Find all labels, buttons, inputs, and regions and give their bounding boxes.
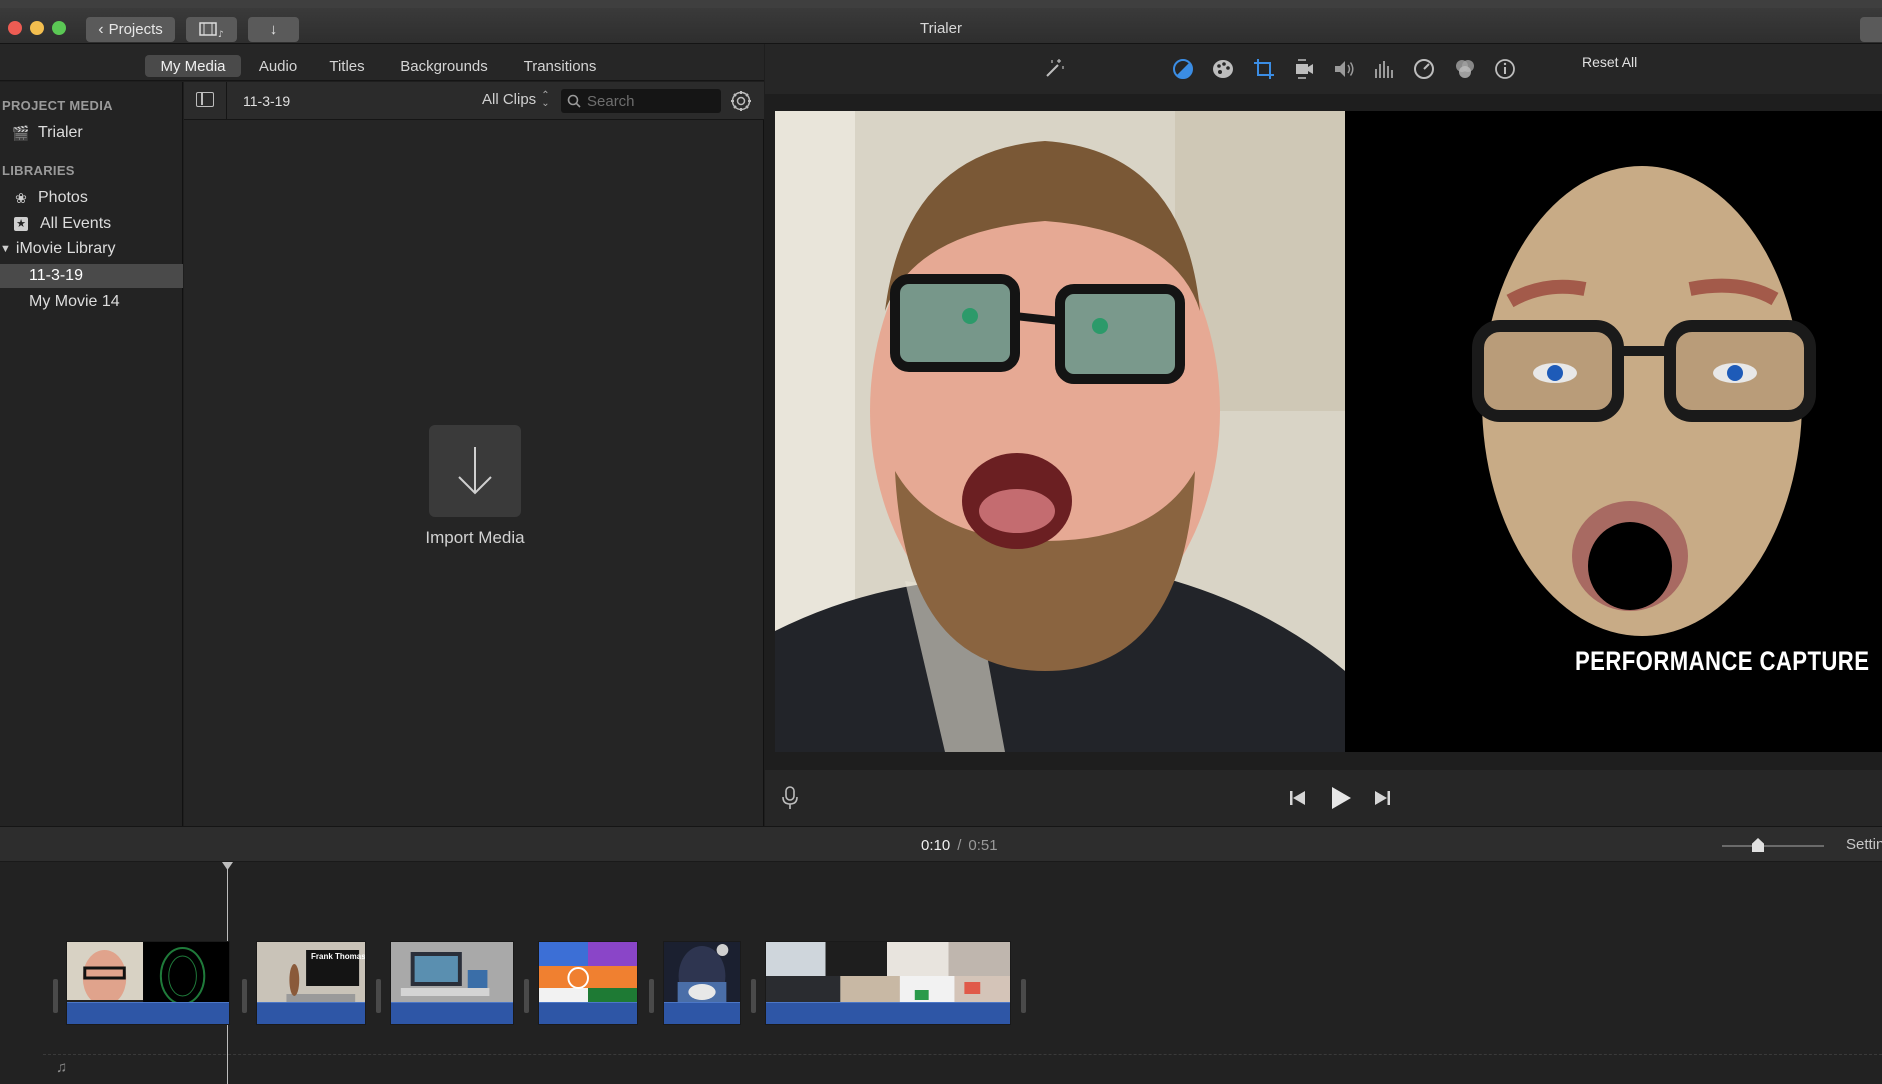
timeline-header: 0:10 / 0:51 Settings <box>0 826 1882 862</box>
disclosure-triangle-icon[interactable]: ▼ <box>0 243 11 255</box>
search-input[interactable]: Search <box>561 89 721 113</box>
time-separator: / <box>957 837 962 854</box>
current-time: 0:10 <box>921 837 951 854</box>
tab-titles[interactable]: Titles <box>322 55 372 77</box>
timeline-clip[interactable]: Frank Thomas <box>256 941 366 1025</box>
clip-gap-handle[interactable] <box>1021 979 1026 1013</box>
clapperboard-icon: 🎬 <box>12 124 30 141</box>
clip-gap-handle[interactable] <box>376 979 381 1013</box>
play-icon[interactable] <box>1330 786 1352 810</box>
video-viewer: PERFORMANCE CAPTURE <box>775 111 1882 752</box>
music-note-icon: ♫ <box>56 1059 68 1076</box>
reset-all-button[interactable]: Reset All <box>1582 54 1637 70</box>
gear-icon[interactable] <box>730 90 752 112</box>
import-media-label: Import Media <box>425 528 525 547</box>
tab-backgrounds[interactable]: Backgrounds <box>394 55 494 77</box>
audio-track-bar <box>664 1002 740 1024</box>
settings-button[interactable]: Settings <box>1846 836 1882 853</box>
search-icon <box>567 94 581 108</box>
libraries-heading: LIBRARIES <box>2 163 75 178</box>
volume-icon[interactable] <box>1332 57 1356 81</box>
audio-track-bar <box>391 1002 513 1024</box>
audio-track-bar <box>539 1002 637 1024</box>
clip-thumbnail <box>766 942 1010 1010</box>
download-arrow-icon <box>458 447 492 495</box>
sidebar-toggle-icon[interactable] <box>196 92 214 107</box>
microphone-icon[interactable] <box>781 786 799 810</box>
sidebar-item-label: Photos <box>38 189 88 206</box>
sidebar-item-trialer[interactable]: 🎬 Trialer <box>12 124 83 142</box>
skip-back-icon[interactable] <box>1289 790 1307 806</box>
audio-track-bar <box>257 1002 365 1024</box>
libraries-sidebar: PROJECT MEDIA 🎬 Trialer LIBRARIES ❀ Phot… <box>0 82 183 826</box>
zoom-slider[interactable] <box>1722 838 1824 852</box>
total-time: 0:51 <box>968 837 998 854</box>
sidebar-item-event-11-3-19[interactable]: 11-3-19 <box>29 267 83 285</box>
import-media-button[interactable] <box>429 425 521 517</box>
window-title: Trialer <box>920 20 962 37</box>
speed-icon[interactable] <box>1412 57 1436 81</box>
event-name: 11-3-19 <box>243 93 291 109</box>
magic-wand-icon[interactable] <box>1042 57 1066 81</box>
photos-icon: ❀ <box>15 189 27 206</box>
timeline-clip[interactable] <box>663 941 741 1025</box>
clip-thumbnail <box>391 942 513 1010</box>
zoom-slider-thumb[interactable] <box>1752 838 1764 852</box>
viewer-frame-person <box>775 111 1345 752</box>
clip-thumbnail <box>539 942 637 1010</box>
clip-thumbnail <box>664 942 740 1010</box>
timeline-clip[interactable] <box>66 941 230 1025</box>
performance-capture-caption: PERFORMANCE CAPTURE <box>1575 646 1870 676</box>
tab-transitions[interactable]: Transitions <box>516 55 604 77</box>
selection-highlight <box>0 264 183 288</box>
clip-gap-handle[interactable] <box>751 979 756 1013</box>
sidebar-item-imovie-library[interactable]: ▼ iMovie Library <box>0 240 115 258</box>
clip-gap-handle[interactable] <box>53 979 58 1013</box>
color-balance-icon[interactable] <box>1171 57 1195 81</box>
updown-chevron-icon: ⌃ ⌄ <box>541 89 550 109</box>
music-track[interactable]: ♫ <box>43 1054 1882 1084</box>
skip-forward-icon[interactable] <box>1373 790 1391 806</box>
browser-toolbar: 11-3-19 All Clips ⌃ ⌄ Search <box>184 82 764 120</box>
clip-title-text: Frank Thomas <box>311 952 366 961</box>
clip-filter-value: All Clips <box>482 91 537 108</box>
sidebar-item-label: All Events <box>40 215 112 232</box>
search-placeholder: Search <box>587 92 635 110</box>
clip-gap-handle[interactable] <box>242 979 247 1013</box>
share-button[interactable] <box>1860 17 1882 42</box>
timeline: Frank Thomas ♫ <box>0 862 1882 1084</box>
stabilization-icon[interactable] <box>1292 57 1316 81</box>
clip-filter-icon[interactable] <box>1453 57 1477 81</box>
tab-my-media[interactable]: My Media <box>145 55 241 77</box>
timeline-clip[interactable] <box>390 941 514 1025</box>
clip-gap-handle[interactable] <box>524 979 529 1013</box>
sidebar-item-photos[interactable]: ❀ Photos <box>12 189 88 207</box>
sidebar-item-my-movie-14[interactable]: My Movie 14 <box>29 293 120 311</box>
info-icon[interactable] <box>1493 57 1517 81</box>
audio-track-bar <box>67 1002 229 1024</box>
media-browser: 11-3-19 All Clips ⌃ ⌄ Search Import Medi… <box>184 82 764 826</box>
tab-audio[interactable]: Audio <box>252 55 304 77</box>
clip-filter-select[interactable]: All Clips ⌃ ⌄ <box>482 89 550 109</box>
project-media-heading: PROJECT MEDIA <box>2 98 113 113</box>
sidebar-item-label: Trialer <box>38 124 83 141</box>
audio-track-bar <box>766 1002 1010 1024</box>
star-box-icon: ★ <box>14 217 28 231</box>
timeline-clip[interactable] <box>538 941 638 1025</box>
clip-gap-handle[interactable] <box>649 979 654 1013</box>
noise-reduction-icon[interactable] <box>1372 57 1396 81</box>
title-bar: ‹ Projects ♪ ↓ Trialer <box>0 0 1882 44</box>
media-tab-bar: My Media Audio Titles Backgrounds Transi… <box>0 44 764 81</box>
adjustments-toolbar: Reset All <box>765 44 1882 94</box>
clip-thumbnail <box>67 942 229 1010</box>
playback-controls <box>765 770 1882 826</box>
sidebar-item-label: iMovie Library <box>15 240 116 257</box>
timeline-clip[interactable] <box>765 941 1011 1025</box>
color-correction-icon[interactable] <box>1211 57 1235 81</box>
crop-icon[interactable] <box>1252 57 1276 81</box>
sidebar-item-all-events[interactable]: ★ All Events <box>12 215 111 233</box>
